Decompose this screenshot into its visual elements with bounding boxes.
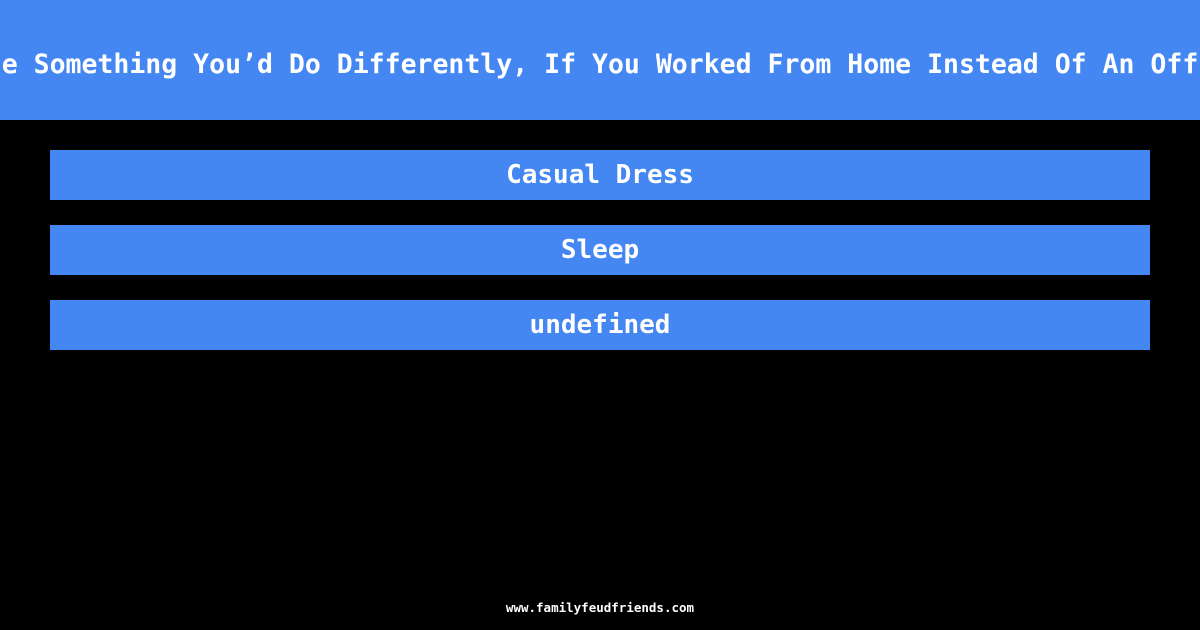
answer-bar: Sleep: [50, 225, 1150, 275]
question-banner: e Something You’d Do Differently, If You…: [0, 0, 1200, 120]
site-url: www.familyfeudfriends.com: [505, 600, 695, 615]
answer-bar: undefined: [50, 300, 1150, 350]
answer-bar: Casual Dress: [50, 150, 1150, 200]
question-title: e Something You’d Do Differently, If You…: [1, 49, 1199, 80]
